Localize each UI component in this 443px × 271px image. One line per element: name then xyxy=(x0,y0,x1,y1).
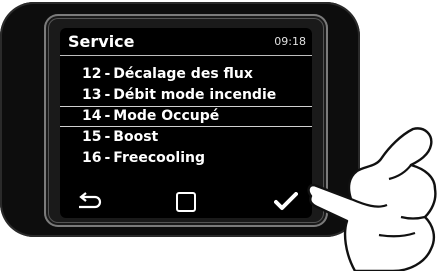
back-arrow-icon xyxy=(79,192,102,209)
page-title: Service xyxy=(68,32,135,51)
menu-item-number: 15 xyxy=(82,129,102,145)
header-divider xyxy=(60,55,312,56)
menu-item-15[interactable]: 15- Boost xyxy=(60,127,312,148)
screen-header: Service 09:18 xyxy=(60,28,312,56)
touch-screen: Service 09:18 12- Décalage des flux 13- Dé… xyxy=(60,28,312,218)
menu-item-number: 16 xyxy=(82,150,102,166)
menu-item-number: 14 xyxy=(82,108,102,124)
menu-item-16[interactable]: 16- Freecooling xyxy=(60,148,312,169)
menu-item-14[interactable]: 14- Mode Occupé xyxy=(60,106,312,127)
menu-item-12[interactable]: 12- Décalage des flux xyxy=(60,64,312,85)
menu-item-number: 12 xyxy=(82,66,102,82)
square-icon xyxy=(176,192,196,212)
confirm-button[interactable] xyxy=(264,188,308,216)
back-button[interactable] xyxy=(68,188,112,216)
menu-item-label: Décalage des flux xyxy=(113,66,253,82)
checkmark-icon xyxy=(274,192,298,210)
menu-item-label: Débit mode incendie xyxy=(113,87,277,103)
menu-item-label: Boost xyxy=(113,129,159,145)
home-button[interactable] xyxy=(164,188,208,216)
service-menu-list: 12- Décalage des flux 13- Débit mode incen… xyxy=(60,64,312,169)
pointing-hand-icon xyxy=(307,127,437,271)
menu-item-label: Mode Occupé xyxy=(113,108,220,124)
menu-item-13[interactable]: 13- Débit mode incendie xyxy=(60,85,312,106)
menu-item-number: 13 xyxy=(82,87,102,103)
softkey-bar xyxy=(60,186,312,218)
clock: 09:18 xyxy=(274,35,306,48)
menu-item-label: Freecooling xyxy=(113,150,205,166)
